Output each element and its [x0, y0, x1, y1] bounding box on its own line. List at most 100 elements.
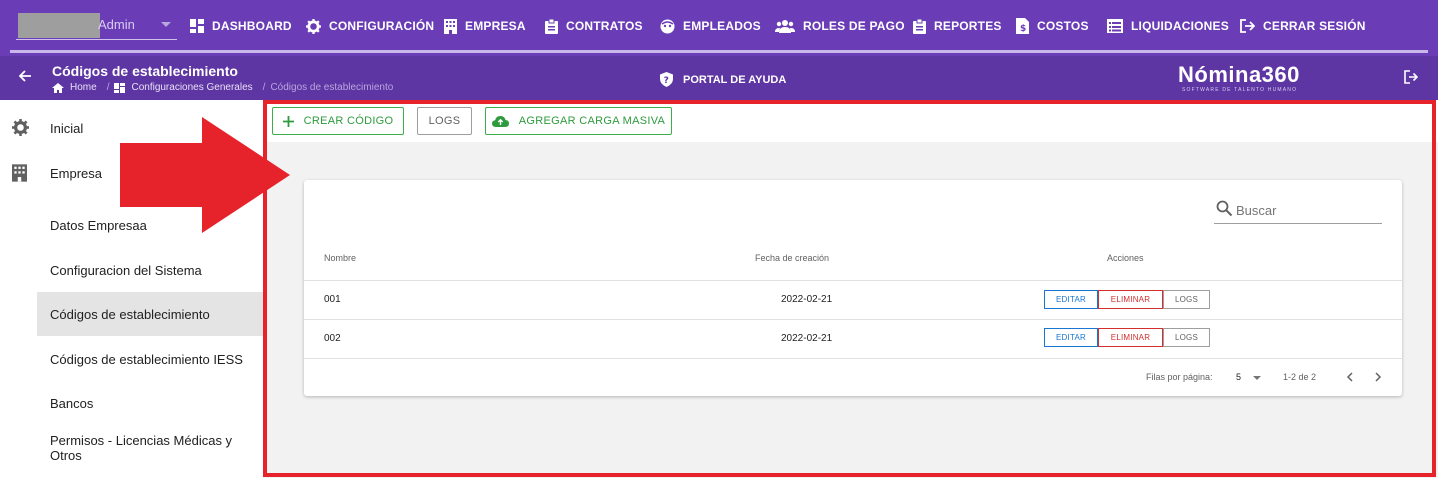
- help-badge-icon: ?: [660, 72, 673, 87]
- nav-empresa[interactable]: EMPRESA: [444, 16, 526, 36]
- nav-roles-de-pago[interactable]: ROLES DE PAGO: [775, 16, 905, 36]
- gear-icon: [306, 18, 321, 34]
- data-table-card: Nombre Fecha de creación Acciones 001 20…: [304, 180, 1402, 396]
- logout-icon[interactable]: [1404, 70, 1418, 84]
- chevron-right-icon[interactable]: [1373, 372, 1382, 382]
- divider: [304, 280, 1402, 281]
- cloud-upload-icon: [491, 116, 509, 127]
- pagination-range: 1-2 de 2: [1283, 372, 1317, 382]
- nav-configuracion[interactable]: CONFIGURACIÓN: [306, 16, 434, 36]
- sidebar-item-label: Inicial: [50, 120, 84, 136]
- button-label: CREAR CÓDIGO: [303, 115, 394, 127]
- gear-icon: [12, 119, 29, 136]
- breadcrumb-config[interactable]: Configuraciones Generales: [131, 82, 252, 93]
- sidebar-item-label: Empresa: [50, 165, 103, 181]
- button-label: LOGS: [428, 115, 461, 127]
- create-code-button[interactable]: CREAR CÓDIGO: [272, 107, 404, 135]
- edit-button[interactable]: EDITAR: [1044, 328, 1098, 347]
- breadcrumb-current: Códigos de establecimiento: [270, 82, 394, 93]
- chevron-down-icon: [1252, 375, 1261, 380]
- invoice-icon: $: [1016, 18, 1029, 34]
- rows-per-page-select[interactable]: 5: [1236, 372, 1261, 382]
- face-icon: [660, 19, 675, 33]
- breadcrumb-home[interactable]: Home: [70, 82, 97, 93]
- rows-per-page-label: Filas por página:: [1146, 372, 1213, 382]
- nav-label: CONTRATOS: [566, 19, 643, 33]
- cell-nombre: 001: [324, 294, 341, 305]
- edit-button[interactable]: EDITAR: [1044, 290, 1098, 309]
- divider: [10, 50, 1428, 53]
- building-icon: [444, 18, 457, 34]
- brand-logo: Nómina360: [1178, 62, 1300, 87]
- nav-contratos[interactable]: CONTRATOS: [545, 16, 643, 36]
- search-input[interactable]: [1236, 200, 1376, 220]
- sidebar-item-label: Bancos: [50, 395, 94, 411]
- people-icon: [775, 20, 795, 33]
- nav-label: DASHBOARD: [212, 19, 292, 33]
- cell-fecha: 2022-02-21: [781, 333, 833, 344]
- nav-label: CONFIGURACIÓN: [329, 19, 435, 33]
- divider: [304, 358, 1402, 359]
- sidebar-item-label: Permisos - Licencias Médicas y Otros: [50, 433, 233, 463]
- sidebar-item-label: Configuracion del Sistema: [50, 262, 202, 278]
- rows-per-page-value: 5: [1236, 372, 1242, 382]
- column-header-acciones: Acciones: [1107, 253, 1144, 263]
- nav-costos[interactable]: $ COSTOS: [1016, 16, 1089, 36]
- dashboard-icon: [190, 19, 204, 33]
- sidebar-item-label: Códigos de establecimiento: [50, 306, 210, 322]
- column-header-nombre[interactable]: Nombre: [324, 253, 356, 263]
- user-menu[interactable]: Admin: [16, 10, 177, 40]
- nav-reportes[interactable]: REPORTES: [913, 16, 1002, 36]
- chevron-down-icon: [161, 22, 171, 27]
- svg-text:$: $: [1020, 24, 1026, 34]
- nav-label: EMPLEADOS: [683, 19, 761, 33]
- nav-empleados[interactable]: EMPLEADOS: [660, 16, 761, 36]
- delete-button[interactable]: ELIMINAR: [1098, 328, 1163, 347]
- dashboard-icon: [114, 82, 126, 93]
- nav-label: REPORTES: [934, 19, 1002, 33]
- button-label: AGREGAR CARGA MASIVA: [518, 115, 666, 127]
- logs-button[interactable]: LOGS: [417, 107, 472, 135]
- search-icon: [1216, 200, 1233, 217]
- logout-icon: [1240, 19, 1255, 33]
- nav-cerrar-sesion[interactable]: CERRAR SESIÓN: [1240, 16, 1366, 36]
- delete-button[interactable]: ELIMINAR: [1098, 290, 1163, 309]
- avatar: [18, 13, 100, 38]
- sidebar-item-configuracion-sistema[interactable]: Configuracion del Sistema: [0, 248, 263, 292]
- arrow-right-icon: [120, 117, 290, 233]
- main-content: CREAR CÓDIGO LOGS AGREGAR CARGA MASIVA N…: [263, 100, 1438, 478]
- nav-label: ROLES DE PAGO: [803, 19, 905, 33]
- nav-label: EMPRESA: [465, 19, 526, 33]
- column-header-fecha[interactable]: Fecha de creación: [755, 253, 829, 263]
- search-field[interactable]: [1214, 198, 1382, 224]
- bulk-upload-button[interactable]: AGREGAR CARGA MASIVA: [485, 107, 672, 135]
- divider: [304, 319, 1402, 320]
- user-name: Admin: [98, 17, 135, 32]
- help-portal-link[interactable]: ? PORTAL DE AYUDA: [660, 72, 786, 87]
- breadcrumb: Home / Configuraciones Generales / Códig…: [52, 82, 398, 93]
- breadcrumb-separator: /: [106, 82, 110, 93]
- nav-liquidaciones[interactable]: LIQUIDACIONES: [1107, 16, 1229, 36]
- sidebar-item-permisos[interactable]: Permisos - Licencias Médicas y Otros: [0, 426, 263, 470]
- sidebar-item-label: Códigos de establecimiento IESS: [50, 351, 243, 367]
- sidebar-item-codigos-iess[interactable]: Códigos de establecimiento IESS: [0, 337, 263, 381]
- sidebar-item-bancos[interactable]: Bancos: [0, 381, 263, 425]
- breadcrumb-separator: /: [262, 82, 266, 93]
- page-title: Códigos de establecimiento: [52, 63, 238, 79]
- brand-tagline: SOFTWARE DE TALENTO HUMANO: [1182, 87, 1298, 93]
- list-icon: [1107, 19, 1123, 33]
- back-arrow-icon[interactable]: [18, 69, 32, 83]
- home-icon: [52, 82, 64, 93]
- nav-label: CERRAR SESIÓN: [1263, 19, 1366, 33]
- cell-fecha: 2022-02-21: [781, 294, 833, 305]
- clipboard-icon: [913, 18, 926, 34]
- nav-dashboard[interactable]: DASHBOARD: [190, 16, 292, 36]
- chevron-left-icon[interactable]: [1346, 372, 1355, 382]
- toolbar: CREAR CÓDIGO LOGS AGREGAR CARGA MASIVA: [263, 100, 1438, 142]
- svg-text:?: ?: [664, 76, 669, 86]
- clipboard-icon: [545, 18, 558, 34]
- top-navbar: Admin DASHBOARD CONFIGURACIÓN EMPRESA CO…: [0, 0, 1438, 56]
- row-logs-button[interactable]: LOGS: [1163, 290, 1210, 309]
- row-logs-button[interactable]: LOGS: [1163, 328, 1210, 347]
- sidebar-item-codigos-establecimiento[interactable]: Códigos de establecimiento: [37, 292, 263, 336]
